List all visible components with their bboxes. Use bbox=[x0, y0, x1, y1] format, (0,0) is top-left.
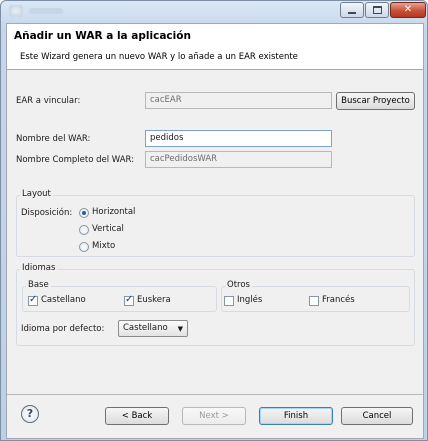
default-language-select[interactable]: Castellano ▼ bbox=[118, 320, 188, 337]
checkbox-castellano-label[interactable]: Castellano bbox=[41, 295, 86, 305]
browse-project-button[interactable]: Buscar Proyecto bbox=[336, 92, 415, 110]
finish-button[interactable]: Finish bbox=[259, 407, 333, 425]
checkbox-ingles[interactable] bbox=[224, 296, 234, 306]
default-language-label: Idioma por defecto: bbox=[21, 324, 105, 334]
war-name-label: Nombre del WAR: bbox=[16, 134, 91, 144]
radio-horizontal-label[interactable]: Horizontal bbox=[92, 207, 135, 217]
maximize-button[interactable] bbox=[365, 2, 389, 18]
maximize-icon bbox=[372, 6, 382, 14]
close-button[interactable]: ✕ bbox=[390, 2, 426, 18]
ear-label: EAR a vincular: bbox=[16, 96, 81, 106]
checkbox-castellano[interactable] bbox=[28, 294, 38, 306]
wizard-title: Añadir un WAR a la aplicación bbox=[14, 30, 191, 42]
war-name-field[interactable]: pedidos bbox=[145, 130, 332, 147]
idiomas-group-title: Idiomas bbox=[20, 263, 58, 273]
radio-vertical[interactable] bbox=[79, 225, 89, 235]
disposition-label: Disposición: bbox=[21, 208, 73, 218]
radio-horizontal[interactable] bbox=[79, 208, 89, 218]
next-button[interactable]: Next > bbox=[182, 407, 246, 425]
layout-group-title: Layout bbox=[20, 189, 53, 199]
footer-separator bbox=[7, 394, 423, 395]
checkbox-ingles-label[interactable]: Inglés bbox=[237, 295, 262, 305]
radio-vertical-label[interactable]: Vertical bbox=[92, 224, 124, 234]
minimize-button[interactable] bbox=[340, 2, 364, 18]
cancel-button[interactable]: Cancel bbox=[341, 407, 413, 425]
radio-mixto[interactable] bbox=[79, 242, 89, 252]
app-icon bbox=[9, 5, 23, 17]
close-icon: ✕ bbox=[403, 4, 413, 15]
help-icon[interactable]: ? bbox=[21, 405, 39, 423]
ear-field: cacEAR bbox=[145, 92, 332, 109]
default-language-value: Castellano bbox=[123, 323, 168, 333]
radio-mixto-label[interactable]: Mixto bbox=[92, 241, 115, 251]
checkbox-frances[interactable] bbox=[309, 296, 319, 306]
layout-group bbox=[16, 195, 415, 257]
wizard-banner: Añadir un WAR a la aplicación Este Wizar… bbox=[7, 24, 423, 70]
war-full-name-label: Nombre Completo del WAR: bbox=[16, 155, 135, 165]
checkbox-frances-label[interactable]: Francés bbox=[322, 295, 355, 305]
back-button[interactable]: < Back bbox=[105, 407, 169, 425]
title-bar[interactable]: ✕ bbox=[1, 1, 427, 21]
chevron-down-icon: ▼ bbox=[177, 325, 183, 333]
wizard-body: Añadir un WAR a la aplicación Este Wizar… bbox=[6, 23, 424, 439]
minimize-icon bbox=[348, 11, 356, 14]
checkbox-euskera[interactable] bbox=[124, 294, 134, 306]
wizard-window: ✕ Añadir un WAR a la aplicación Este Wiz… bbox=[0, 0, 428, 441]
checkbox-euskera-label[interactable]: Euskera bbox=[137, 295, 171, 305]
window-title bbox=[29, 8, 63, 14]
base-group-title: Base bbox=[26, 280, 51, 290]
wizard-description: Este Wizard genera un nuevo WAR y lo aña… bbox=[20, 52, 298, 62]
war-full-name-field: cacPedidosWAR bbox=[145, 151, 332, 168]
otros-group-title: Otros bbox=[225, 280, 252, 290]
